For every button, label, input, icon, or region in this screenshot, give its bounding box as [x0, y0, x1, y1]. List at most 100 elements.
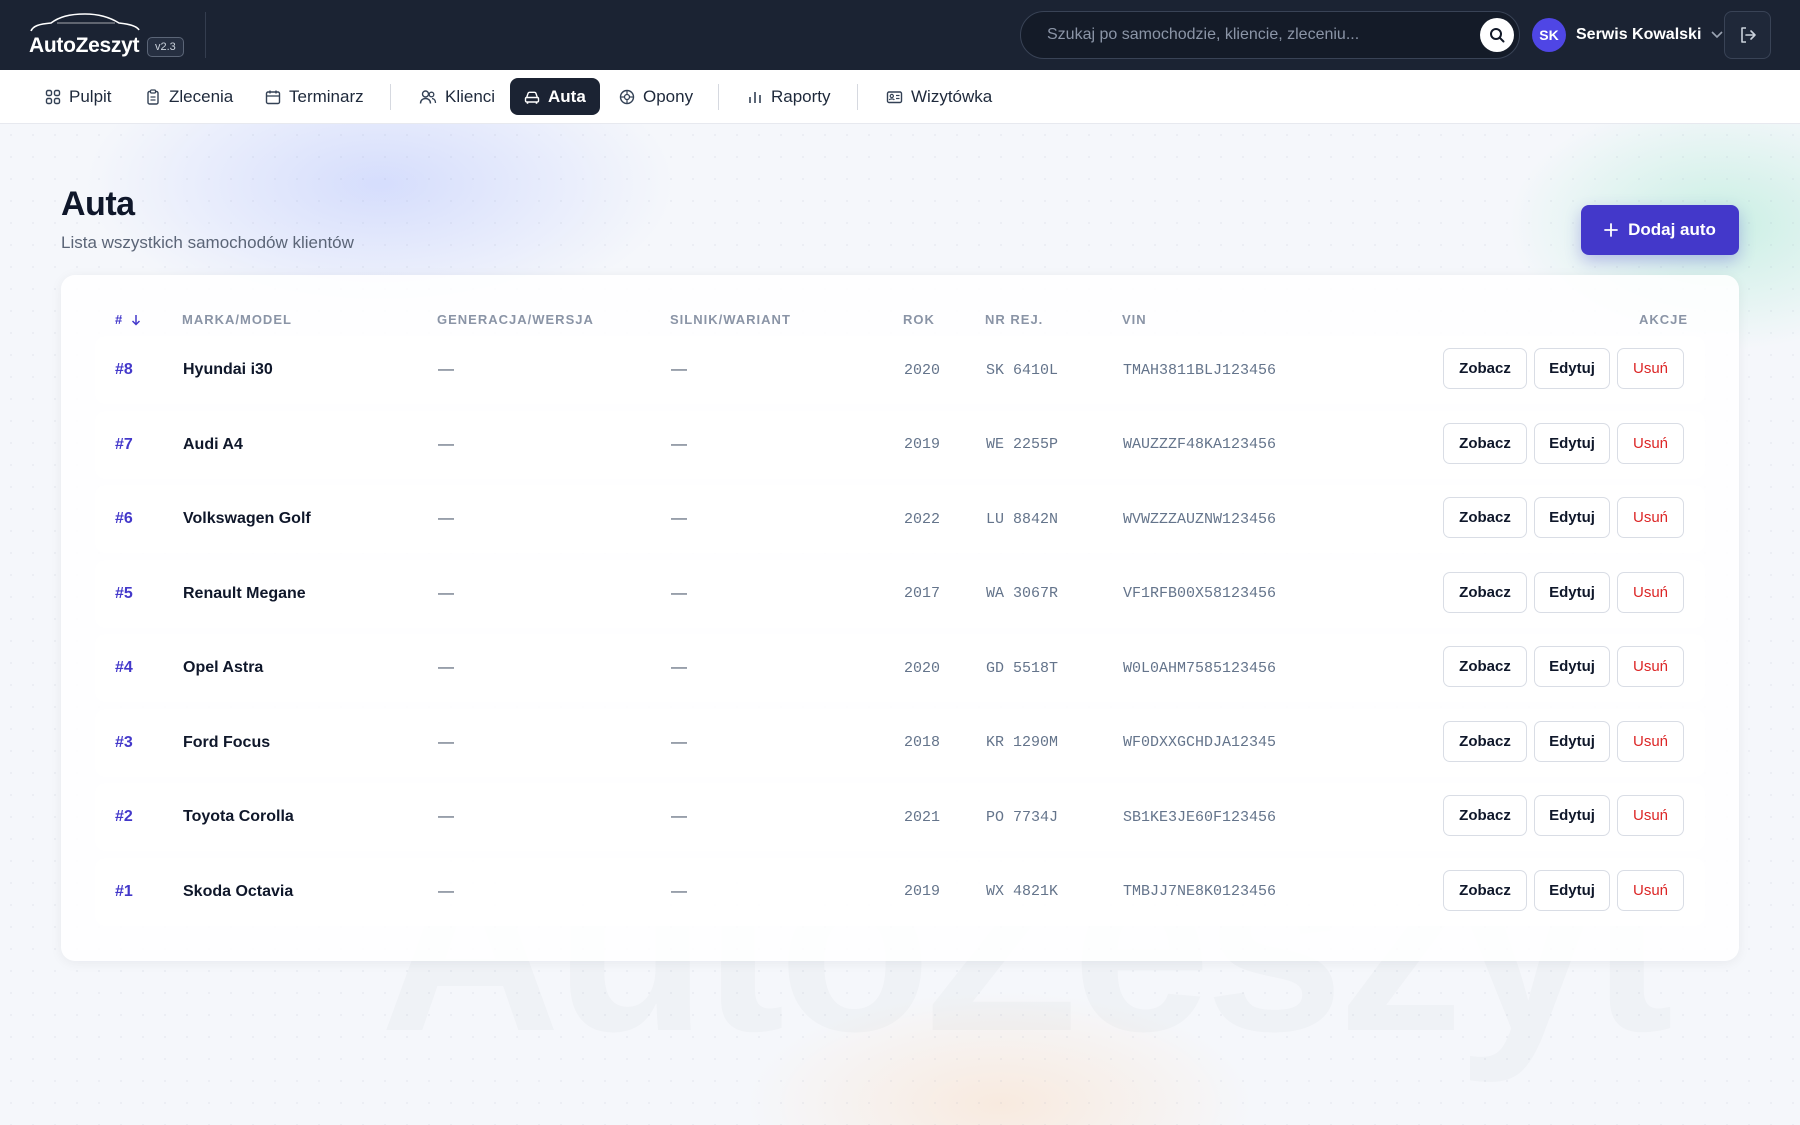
car-engine: — [671, 510, 687, 527]
car-engine: — [671, 808, 687, 825]
car-model: Volkswagen Golf [183, 510, 311, 527]
delete-button[interactable]: Usuń [1617, 497, 1684, 538]
column-header-model: MARKA/MODEL [182, 312, 292, 327]
car-year: 2021 [904, 808, 941, 826]
car-vin: TMBJJ7NE8K0123456 [1123, 883, 1277, 900]
view-button[interactable]: Zobacz [1443, 497, 1527, 538]
users-icon [419, 89, 437, 104]
nav-item-opony[interactable]: Opony [605, 78, 707, 115]
edit-button[interactable]: Edytuj [1534, 869, 1610, 911]
edit-button[interactable]: Edytuj [1534, 422, 1610, 464]
user-menu[interactable]: SK Serwis Kowalski [1532, 18, 1723, 52]
chevron-down-icon [1711, 31, 1723, 39]
logout-icon [1740, 27, 1756, 43]
nav-item-raporty[interactable]: Raporty [733, 78, 845, 115]
search-input[interactable] [1047, 12, 1467, 58]
edit-button[interactable]: Edytuj [1534, 348, 1610, 389]
top-bar: AutoZeszyt v2.3 SK Serwis Kowalski [0, 0, 1800, 70]
avatar: SK [1532, 18, 1566, 52]
add-car-label: Dodaj auto [1628, 220, 1716, 239]
nav-item-klienci[interactable]: Klienci [405, 78, 509, 115]
table-row: #3 Ford Focus — — 2018 KR 1290M WF0DXXGCHDJA12… [95, 708, 1705, 777]
edit-button[interactable]: Edytuj [1534, 571, 1610, 613]
car-vin: TMAH3811BLJ123456 [1123, 361, 1277, 379]
page-title: Auta [61, 185, 135, 223]
nav-label: Opony [643, 86, 694, 106]
car-model: Toyota Corolla [183, 808, 294, 825]
nav-item-auta[interactable]: Auta [510, 78, 600, 115]
view-button[interactable]: Zobacz [1443, 795, 1527, 836]
view-button[interactable]: Zobacz [1443, 646, 1527, 687]
tire-icon [619, 89, 635, 104]
car-plate: WX 4821K [986, 883, 1059, 900]
nav-item-pulpit[interactable]: Pulpit [31, 78, 126, 115]
edit-button[interactable]: Edytuj [1534, 795, 1610, 836]
table-row: #5 Renault Megane — — 2017 WA 3067R VF1RFB00X5… [95, 559, 1705, 628]
delete-button[interactable]: Usuń [1617, 348, 1684, 389]
car-engine: — [671, 361, 687, 378]
view-button[interactable]: Zobacz [1443, 571, 1527, 613]
car-model: Audi A4 [183, 435, 243, 453]
delete-button[interactable]: Usuń [1617, 422, 1684, 464]
view-button[interactable]: Zobacz [1443, 720, 1527, 762]
nav-item-wizytowka[interactable]: Wizytówka [872, 78, 1006, 115]
bar-chart-icon [749, 91, 761, 103]
edit-button[interactable]: Edytuj [1534, 497, 1610, 538]
calendar-icon [265, 90, 281, 104]
car-engine: — [671, 435, 687, 453]
car-id[interactable]: #1 [115, 858, 133, 926]
car-engine: — [671, 733, 687, 751]
car-id[interactable]: #2 [115, 783, 133, 851]
car-vin: VF1RFB00X58123456 [1123, 585, 1277, 602]
nav-label: Zlecenia [169, 86, 234, 106]
car-vin: W0L0AHM7585123456 [1123, 659, 1277, 677]
edit-button[interactable]: Edytuj [1534, 720, 1610, 762]
column-header-id[interactable]: # [115, 312, 141, 327]
car-generation: — [438, 882, 454, 900]
car-generation: — [438, 733, 454, 751]
version-badge: v2.3 [147, 37, 184, 57]
nav-divider [390, 84, 391, 110]
car-id[interactable]: #5 [115, 560, 133, 628]
nav-item-terminarz[interactable]: Terminarz [251, 78, 378, 115]
car-id[interactable]: #4 [115, 634, 133, 702]
car-plate: KR 1290M [986, 734, 1059, 751]
logout-button[interactable] [1724, 11, 1771, 59]
column-header-actions: AKCJE [1639, 312, 1689, 327]
car-engine: — [671, 659, 687, 676]
nav-item-zlecenia[interactable]: Zlecenia [131, 78, 247, 115]
car-generation: — [438, 435, 454, 453]
car-id[interactable]: #6 [115, 485, 133, 553]
nav-divider [718, 84, 719, 110]
car-generation: — [438, 361, 454, 378]
car-model: Skoda Octavia [183, 882, 294, 900]
car-id[interactable]: #3 [115, 709, 133, 777]
delete-button[interactable]: Usuń [1617, 869, 1684, 911]
edit-button[interactable]: Edytuj [1534, 646, 1610, 687]
car-generation: — [438, 584, 454, 602]
view-button[interactable]: Zobacz [1443, 869, 1527, 911]
view-button[interactable]: Zobacz [1443, 422, 1527, 464]
main-nav: Pulpit Zlecenia Terminarz Klienci Auta O… [0, 70, 1800, 124]
delete-button[interactable]: Usuń [1617, 720, 1684, 762]
car-id[interactable]: #8 [115, 336, 133, 404]
nav-label: Terminarz [289, 86, 364, 106]
delete-button[interactable]: Usuń [1617, 795, 1684, 836]
search-button[interactable] [1480, 18, 1514, 52]
delete-button[interactable]: Usuń [1617, 571, 1684, 613]
car-model: Opel Astra [183, 659, 264, 676]
car-generation: — [438, 659, 454, 676]
delete-button[interactable]: Usuń [1617, 646, 1684, 687]
add-car-button[interactable]: Dodaj auto [1581, 205, 1739, 255]
brand-logo[interactable]: AutoZeszyt v2.3 [29, 12, 184, 60]
car-plate: WE 2255P [986, 436, 1059, 453]
car-year: 2020 [904, 361, 941, 379]
column-header-engine: SILNIK/WARIANT [670, 312, 791, 327]
car-vin: WF0DXXGCHDJA12345 [1123, 734, 1277, 751]
page-subtitle: Lista wszystkich samochodów klientów [61, 233, 354, 252]
car-plate: LU 8842N [986, 510, 1059, 528]
view-button[interactable]: Zobacz [1443, 348, 1527, 389]
cars-table: # MARKA/MODEL GENERACJA/WERSJA SILNIK/WA… [61, 275, 1739, 961]
column-header-year: ROK [903, 312, 935, 327]
car-id[interactable]: #7 [115, 411, 133, 479]
